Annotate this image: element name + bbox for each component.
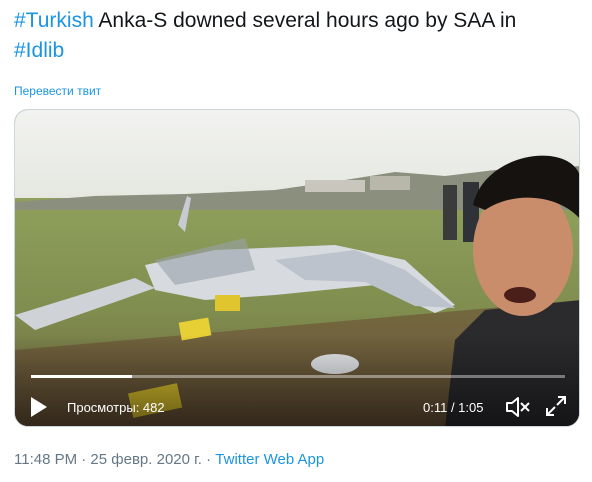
translate-tweet-link[interactable]: Перевести твит: [14, 84, 101, 98]
video-frame: [15, 110, 579, 426]
hashtag-turkish[interactable]: #Turkish: [14, 9, 94, 32]
tweet-text-body: Anka-S downed several hours ago by SAA i…: [93, 9, 517, 32]
fullscreen-icon[interactable]: [545, 395, 567, 417]
timestamp[interactable]: 11:48 PM · 25 февр. 2020 г. ·: [14, 451, 215, 468]
hashtag-idlib[interactable]: #Idlib: [14, 39, 64, 62]
progress-bar[interactable]: [31, 375, 565, 378]
tweet-meta: 11:48 PM · 25 февр. 2020 г. · Twitter We…: [14, 451, 324, 468]
mute-icon[interactable]: [505, 395, 531, 419]
play-icon[interactable]: [29, 396, 49, 418]
source-app-link[interactable]: Twitter Web App: [215, 451, 324, 468]
video-controls: Просмотры: 482 0:11 / 1:05: [15, 386, 579, 426]
view-count: Просмотры: 482: [67, 400, 165, 415]
video-time: 0:11 / 1:05: [423, 400, 484, 415]
progress-fill: [31, 375, 133, 378]
video-player[interactable]: Просмотры: 482 0:11 / 1:05: [14, 109, 580, 427]
tweet-text: #Turkish Anka-S downed several hours ago…: [14, 6, 574, 66]
